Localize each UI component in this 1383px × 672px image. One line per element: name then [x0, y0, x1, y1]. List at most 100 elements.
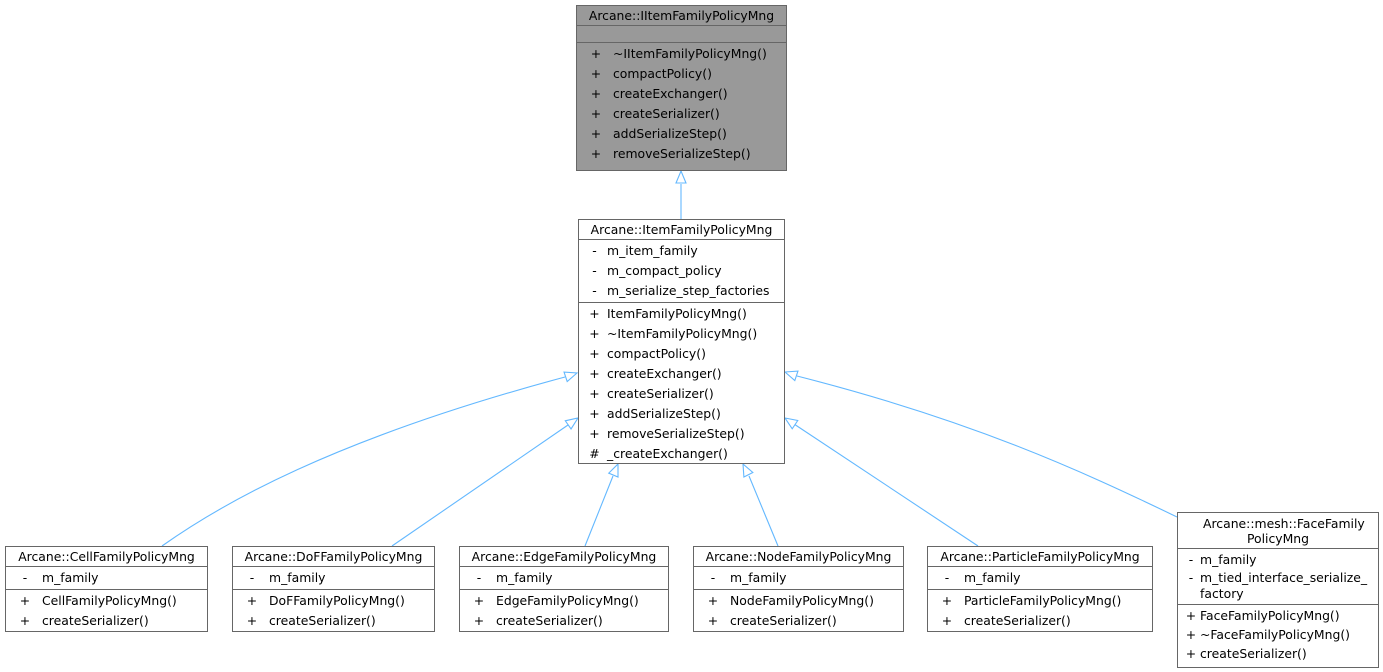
- visibility-marker: -: [710, 570, 716, 585]
- method-name: ~ItemFamilyPolicyMng(): [607, 326, 758, 341]
- attribute-row[interactable]: - m_family: [460, 568, 668, 588]
- class-title: Arcane::ParticleFamilyPolicyMng: [928, 547, 1152, 567]
- method-name: ~FaceFamilyPolicyMng(): [1200, 627, 1350, 642]
- method-row[interactable]: + createSerializer(): [579, 384, 784, 404]
- visibility-marker: +: [1185, 627, 1197, 642]
- visibility-marker: +: [589, 406, 600, 421]
- visibility-marker: -: [592, 243, 597, 258]
- visibility-marker: +: [941, 593, 953, 608]
- method-name: CellFamilyPolicyMng(): [42, 593, 177, 608]
- class-nodefamilypolicymng[interactable]: Arcane::NodeFamilyPolicyMng - m_family + N…: [693, 546, 904, 632]
- method-row[interactable]: + createSerializer(): [577, 104, 786, 124]
- attribute-row[interactable]: - m_family: [6, 568, 207, 588]
- class-iitemfamilypolicymng[interactable]: Arcane::IItemFamilyPolicyMng + ~IItemFami…: [576, 5, 787, 171]
- method-row[interactable]: + FaceFamilyPolicyMng(): [1178, 606, 1378, 625]
- attribute-row[interactable]: - m_family: [694, 568, 903, 588]
- attribute-name: m_family: [269, 570, 326, 585]
- method-row[interactable]: + removeSerializeStep(): [577, 144, 786, 164]
- class-itemfamilypolicymng[interactable]: Arcane::ItemFamilyPolicyMng - m_item_fami…: [578, 219, 785, 464]
- method-row[interactable]: + createExchanger(): [579, 364, 784, 384]
- attribute-name: m_family: [1200, 552, 1257, 567]
- method-row[interactable]: + createSerializer(): [460, 611, 668, 631]
- inheritance-arrowhead-icon: [783, 370, 799, 382]
- class-edgefamilypolicymng[interactable]: Arcane::EdgeFamilyPolicyMng - m_family + E…: [459, 546, 669, 632]
- method-row[interactable]: + compactPolicy(): [577, 64, 786, 84]
- method-name: ItemFamilyPolicyMng(): [607, 306, 747, 321]
- method-name: createSerializer(): [1200, 646, 1307, 661]
- methods-section: + DoFFamilyPolicyMng() + createSerializer(): [233, 590, 434, 632]
- attribute-row[interactable]: - m_family: [233, 568, 434, 588]
- methods-section: + FaceFamilyPolicyMng() + ~FaceFamilyPolicy…: [1178, 605, 1378, 664]
- visibility-marker: +: [589, 326, 600, 341]
- methods-section: + EdgeFamilyPolicyMng() + createSerializer(…: [460, 590, 668, 632]
- method-row[interactable]: # _createExchanger(): [579, 444, 784, 464]
- method-row[interactable]: + ParticleFamilyPolicyMng(): [928, 591, 1152, 611]
- method-name: createSerializer(): [269, 613, 376, 628]
- attribute-row[interactable]: - m_serialize_step_factories: [579, 281, 784, 301]
- method-name: compactPolicy(): [607, 346, 706, 361]
- attribute-row[interactable]: - m_tied_interface_serialize_factory: [1178, 569, 1378, 603]
- visibility-marker: -: [592, 283, 597, 298]
- inheritance-arrowhead-icon: [607, 462, 619, 478]
- method-row[interactable]: + createSerializer(): [233, 611, 434, 631]
- method-name: FaceFamilyPolicyMng(): [1200, 608, 1340, 623]
- class-title: Arcane::mesh::FaceFamily PolicyMng: [1203, 516, 1365, 546]
- attribute-row[interactable]: - m_compact_policy: [579, 261, 784, 281]
- method-row[interactable]: + ~IItemFamilyPolicyMng(): [577, 44, 786, 64]
- class-particlefamilypolicymng[interactable]: Arcane::ParticleFamilyPolicyMng - m_famil…: [927, 546, 1153, 632]
- attribute-name: m_tied_interface_serialize_factory: [1200, 570, 1368, 601]
- inheritance-line-cell: [161, 376, 566, 547]
- method-row[interactable]: + DoFFamilyPolicyMng(): [233, 591, 434, 611]
- class-doffamilypolicymng[interactable]: Arcane::DoFFamilyPolicyMng - m_family + Do…: [232, 546, 435, 632]
- visibility-marker: -: [592, 263, 597, 278]
- attribute-row[interactable]: - m_family: [1178, 550, 1378, 569]
- visibility-marker: +: [590, 126, 602, 141]
- visibility-marker: +: [590, 106, 602, 121]
- method-name: createSerializer(): [496, 613, 603, 628]
- method-row[interactable]: + removeSerializeStep(): [579, 424, 784, 444]
- attribute-row[interactable]: - m_item_family: [579, 241, 784, 261]
- method-row[interactable]: + ~ItemFamilyPolicyMng(): [579, 324, 784, 344]
- class-cellfamilypolicymng[interactable]: Arcane::CellFamilyPolicyMng - m_family + C…: [5, 546, 208, 632]
- method-name: createExchanger(): [613, 86, 728, 101]
- method-row[interactable]: + createSerializer(): [928, 611, 1152, 631]
- inheritance-arrowhead-icon: [783, 417, 799, 430]
- method-row[interactable]: + createSerializer(): [694, 611, 903, 631]
- method-row[interactable]: + createSerializer(): [1178, 644, 1378, 663]
- method-row[interactable]: + createExchanger(): [577, 84, 786, 104]
- method-row[interactable]: + addSerializeStep(): [577, 124, 786, 144]
- inheritance-arrowhead-icon: [564, 417, 580, 430]
- methods-section: + CellFamilyPolicyMng() + createSerializer(…: [6, 590, 207, 632]
- attribute-name: m_compact_policy: [607, 263, 722, 278]
- visibility-marker: +: [590, 46, 602, 61]
- attributes-section: - m_family: [6, 567, 207, 590]
- method-row[interactable]: + ItemFamilyPolicyMng(): [579, 304, 784, 324]
- attribute-row[interactable]: - m_family: [928, 568, 1152, 588]
- attributes-section: - m_item_family - m_compact_policy - m_serial…: [579, 240, 784, 303]
- class-facefamilypolicymng[interactable]: Arcane::mesh::FaceFamily PolicyMng - m_fa…: [1177, 512, 1379, 668]
- attributes-section: - m_family: [233, 567, 434, 590]
- method-row[interactable]: + ~FaceFamilyPolicyMng(): [1178, 625, 1378, 644]
- inheritance-line-face: [796, 375, 1178, 518]
- visibility-marker: +: [590, 66, 602, 81]
- method-row[interactable]: + createSerializer(): [6, 611, 207, 631]
- visibility-marker: +: [473, 613, 485, 628]
- attribute-name: m_item_family: [607, 243, 698, 258]
- method-row[interactable]: + compactPolicy(): [579, 344, 784, 364]
- visibility-marker: +: [589, 366, 600, 381]
- methods-section: + NodeFamilyPolicyMng() + createSerializer(…: [694, 590, 903, 632]
- inheritance-arrowhead-icon: [742, 462, 754, 478]
- visibility-marker: +: [589, 306, 600, 321]
- method-row[interactable]: + CellFamilyPolicyMng(): [6, 591, 207, 611]
- method-row[interactable]: + NodeFamilyPolicyMng(): [694, 591, 903, 611]
- visibility-marker: +: [473, 593, 485, 608]
- inheritance-line-dof: [391, 424, 569, 547]
- method-row[interactable]: + addSerializeStep(): [579, 404, 784, 424]
- visibility-marker: +: [246, 593, 258, 608]
- inheritance-arrowhead-icon: [563, 371, 579, 383]
- visibility-marker: +: [589, 426, 600, 441]
- attribute-name: m_family: [496, 570, 553, 585]
- method-row[interactable]: + EdgeFamilyPolicyMng(): [460, 591, 668, 611]
- visibility-marker: +: [1185, 646, 1197, 661]
- visibility-marker: -: [476, 570, 482, 585]
